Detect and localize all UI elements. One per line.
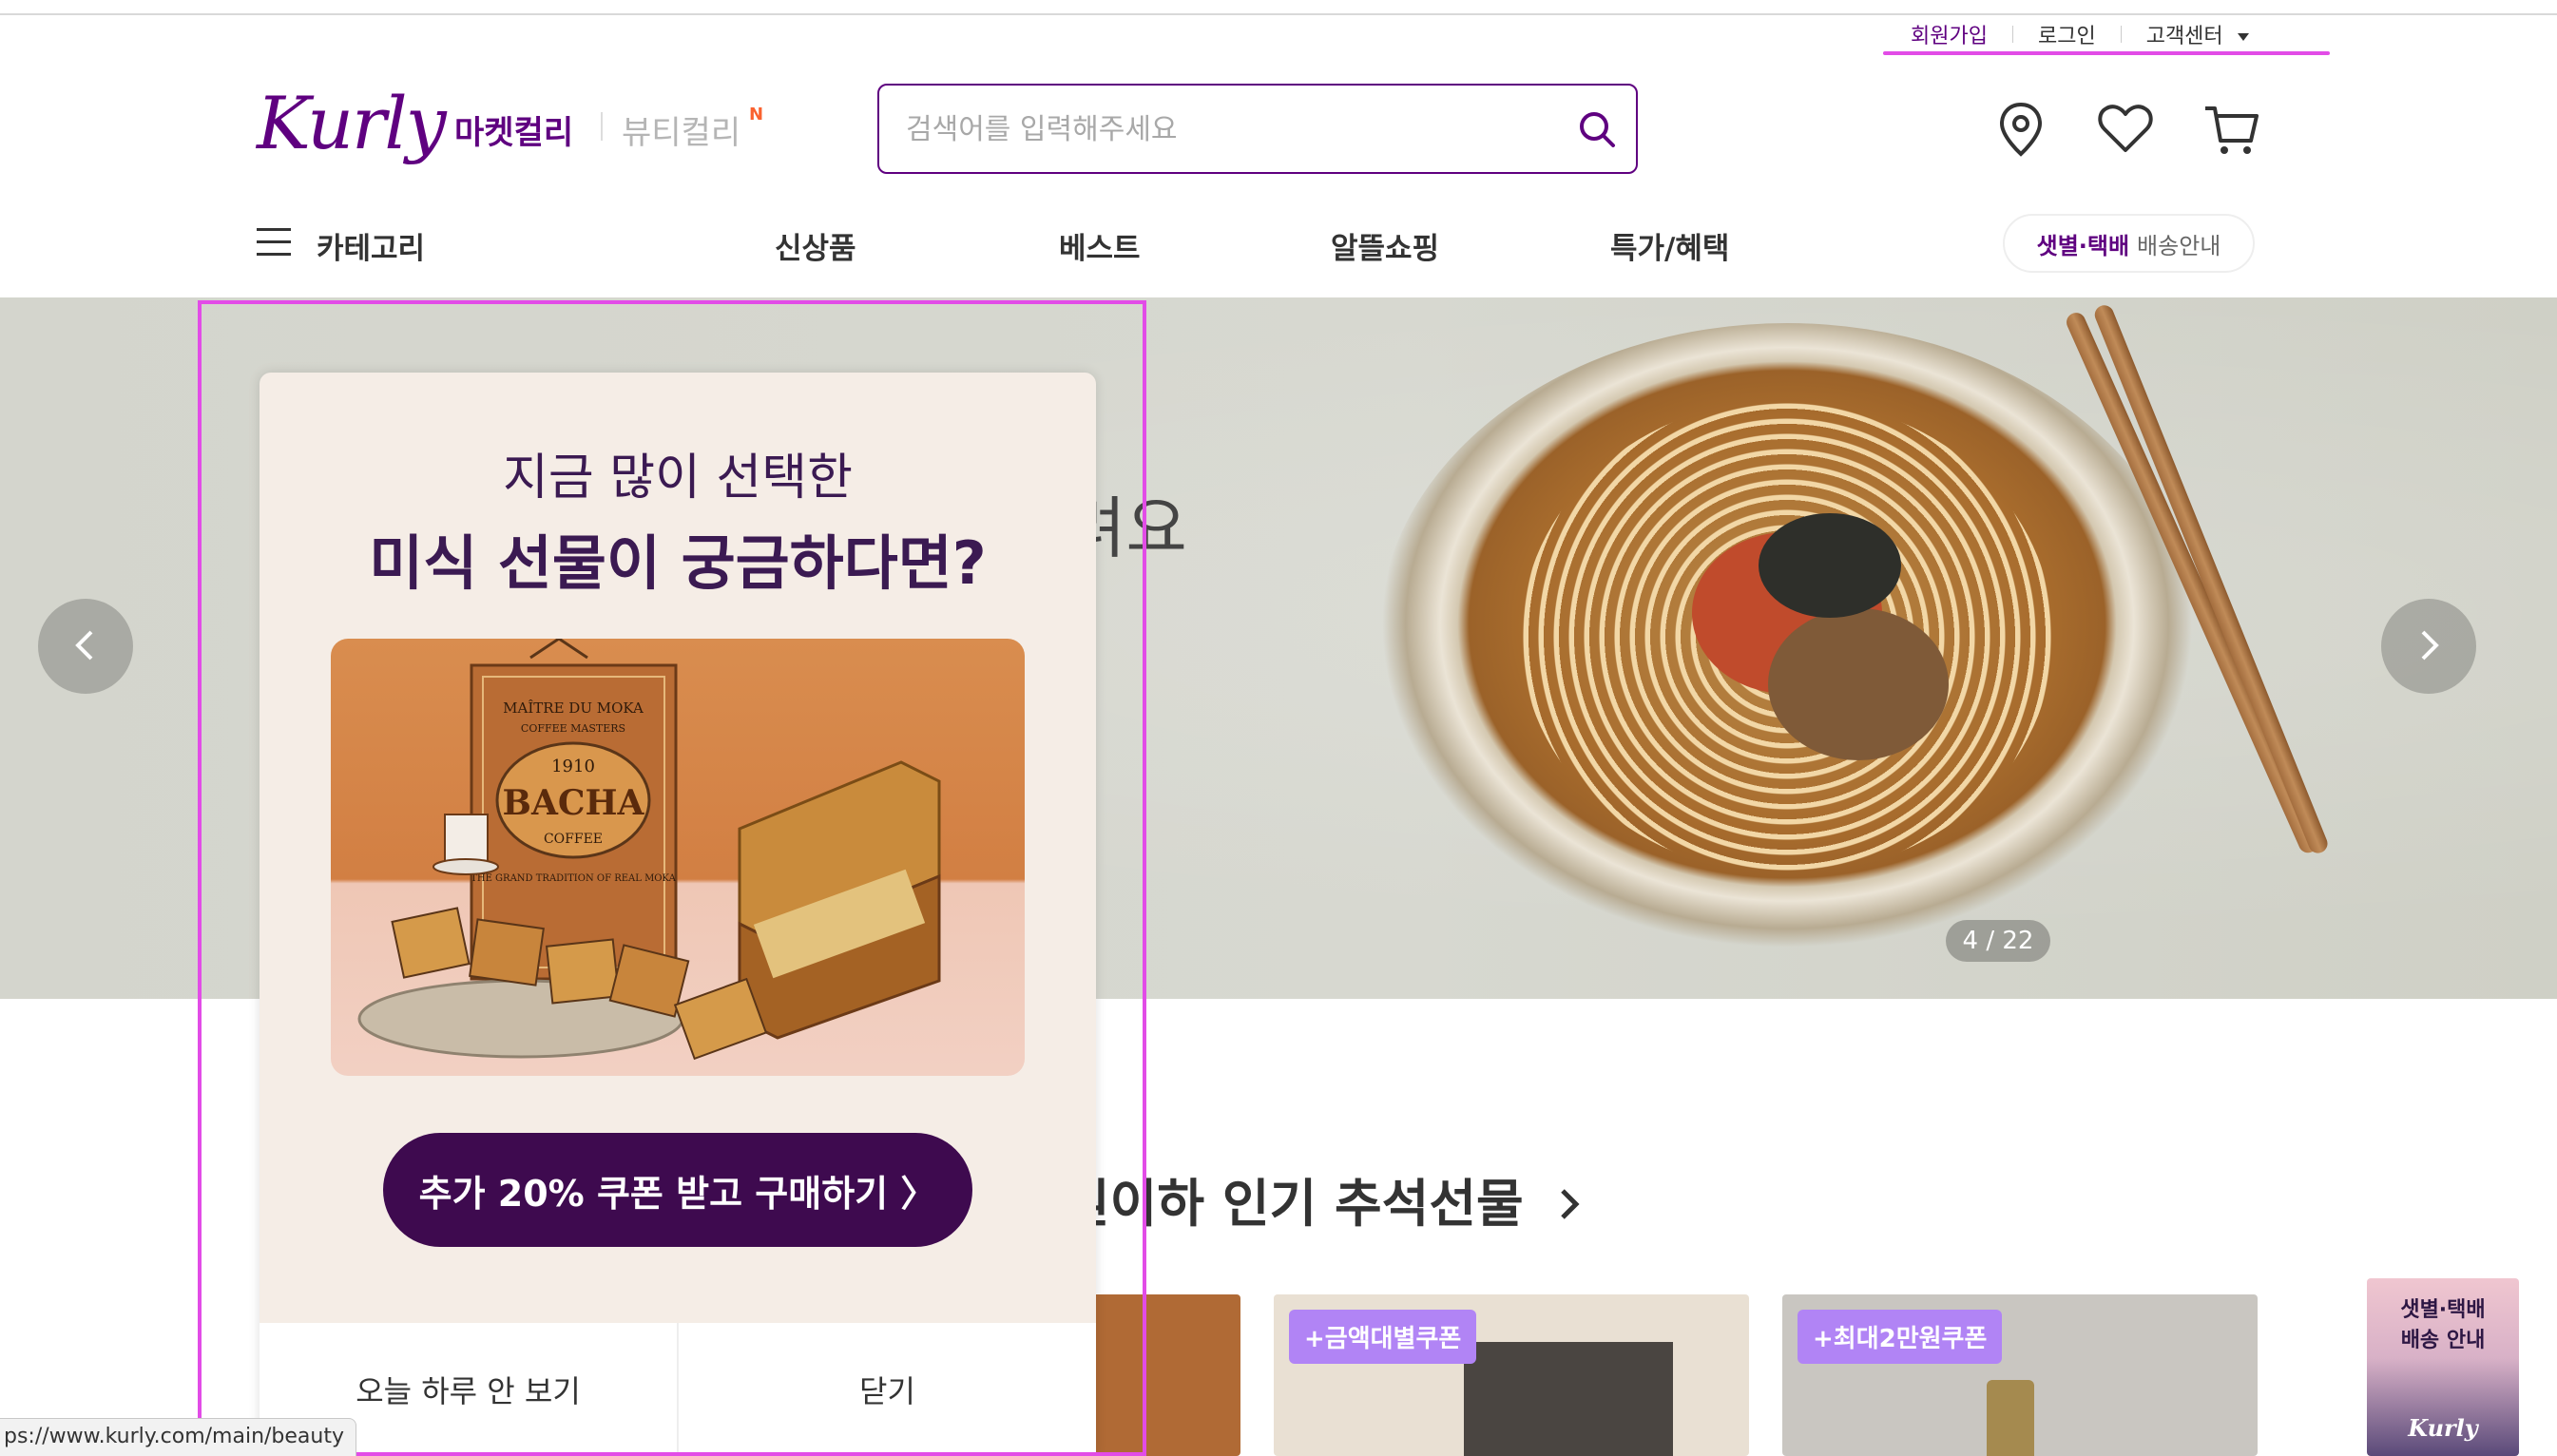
chevron-right-icon [2421, 630, 2439, 660]
popup-highlight-box [198, 300, 1146, 1456]
location-icon[interactable] [1990, 99, 2051, 160]
sesame-topping-image [1768, 608, 1949, 760]
new-badge: N [749, 105, 764, 125]
banner-counter: 4 / 22 [1946, 920, 2050, 962]
coupon-badge: +최대2만원쿠폰 [1798, 1310, 2003, 1364]
nav-new-products[interactable]: 신상품 [775, 224, 856, 267]
promo-line2: 배송 안내 [2400, 1329, 2486, 1352]
utility-links: 회원가입 로그인 고객센터 [1911, 19, 2251, 49]
support-link[interactable]: 고객센터 [2146, 19, 2251, 49]
coupon-badge: +금액대별쿠폰 [1289, 1310, 1477, 1364]
product-image [1464, 1342, 1673, 1456]
kurly-logo[interactable]: Kurly [257, 81, 447, 165]
product-card[interactable]: +금액대별쿠폰 [1274, 1294, 1749, 1456]
nav-bargain[interactable]: 알뜰쇼핑 [1331, 224, 1439, 267]
cart-icon[interactable] [2201, 99, 2262, 160]
login-link[interactable]: 로그인 [2038, 19, 2096, 49]
signup-link[interactable]: 회원가입 [1911, 19, 1988, 49]
shipping-info-button[interactable]: 샛별·택배 배송안내 [2003, 214, 2255, 273]
market-kurly-tab[interactable]: 마켓컬리 [454, 106, 573, 153]
side-shipping-promo[interactable]: 샛별·택배 배송 안내 Kurly [2367, 1278, 2519, 1456]
divider [2120, 26, 2122, 43]
banner-next-button[interactable] [2381, 599, 2476, 694]
divider [2011, 26, 2013, 43]
divider [601, 112, 603, 141]
nav-best[interactable]: 베스트 [1059, 224, 1141, 267]
search-box [877, 84, 1638, 174]
search-icon [1580, 111, 1615, 147]
category-menu[interactable]: 카테고리 [317, 224, 425, 267]
seaweed-topping-image [1759, 513, 1901, 618]
heart-icon[interactable] [2095, 99, 2156, 160]
promo-logo: Kurly [2408, 1414, 2478, 1442]
nav-special-deals[interactable]: 특가/혜택 [1610, 224, 1729, 267]
top-border [0, 13, 2557, 15]
chevron-down-icon [2237, 33, 2249, 41]
promo-line1: 샛별·택배 [2400, 1298, 2486, 1322]
utility-highlight-underline [1883, 51, 2330, 55]
hamburger-icon[interactable] [257, 228, 291, 259]
shipping-label-bold: 샛별·택배 [2036, 232, 2130, 259]
chevron-right-icon [1560, 1189, 1580, 1219]
banner-prev-button[interactable] [38, 599, 133, 694]
beauty-kurly-tab[interactable]: 뷰티컬리 [622, 106, 740, 153]
shipping-label: 배송안내 [2137, 232, 2221, 259]
search-input[interactable] [906, 106, 1552, 152]
chevron-left-icon [75, 630, 93, 660]
search-button[interactable] [1573, 106, 1621, 154]
product-image [1987, 1380, 2034, 1456]
link-status-bar: ps://www.kurly.com/main/beauty [0, 1418, 357, 1456]
product-card[interactable]: +최대2만원쿠폰 [1782, 1294, 2258, 1456]
support-label: 고객센터 [2145, 25, 2223, 48]
